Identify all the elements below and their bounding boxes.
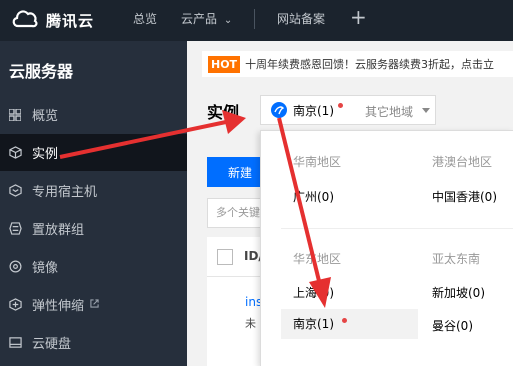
- brand-name[interactable]: 腾讯云: [46, 10, 94, 31]
- region-option-label: 南京(1): [293, 317, 334, 331]
- chevron-down-icon: ⌄: [223, 15, 233, 26]
- tencent-cloud-logo-icon[interactable]: [10, 6, 40, 32]
- region-option-shanghai[interactable]: 上海(0): [293, 284, 334, 301]
- disc-icon: [8, 260, 22, 274]
- search-input[interactable]: 多个关键: [207, 198, 267, 228]
- sidebar-item-label: 实例: [32, 147, 59, 162]
- hot-badge: HOT: [208, 55, 241, 73]
- region-option-nanjing[interactable]: 南京(1): [281, 309, 418, 339]
- cube-icon: [8, 146, 22, 160]
- sidebar-item-images[interactable]: 镜像: [0, 248, 187, 285]
- sidebar: 云服务器 概览 实例 专用宿主机 置放群组 镜像 弹性伸缩 云硬盘: [0, 41, 187, 366]
- region-option-hong-kong[interactable]: 中国香港(0): [432, 188, 497, 205]
- sidebar-item-label: 概览: [32, 109, 59, 124]
- nav-overview[interactable]: 总览: [133, 10, 157, 27]
- promo-banner[interactable]: HOT 十周年续费感恩回馈！云服务器续费3折起，点击立: [202, 51, 513, 77]
- sidebar-item-label: 镜像: [32, 261, 59, 276]
- sidebar-item-overview[interactable]: 概览: [0, 96, 187, 133]
- sidebar-item-label: 云硬盘: [32, 337, 72, 352]
- group-icon: [8, 222, 22, 236]
- sidebar-item-label: 置放群组: [32, 223, 85, 238]
- sidebar-item-instances[interactable]: 实例: [0, 134, 187, 171]
- external-link-icon: [90, 298, 99, 311]
- region-option-guangzhou[interactable]: 广州(0): [293, 188, 334, 205]
- globe-icon: [271, 102, 287, 118]
- scale-icon: [8, 298, 22, 312]
- selected-region: 南京(1): [293, 103, 334, 118]
- sidebar-item-auto-scaling[interactable]: 弹性伸缩: [0, 286, 187, 323]
- sidebar-item-label: 弹性伸缩: [32, 299, 85, 314]
- region-option-singapore[interactable]: 新加坡(0): [432, 284, 485, 301]
- nav-divider: [254, 9, 255, 29]
- sidebar-item-placement-group[interactable]: 置放群组: [0, 210, 187, 247]
- sidebar-item-dedicated-host[interactable]: 专用宿主机: [0, 172, 187, 209]
- region-selector[interactable]: 南京(1) 其它地域: [260, 95, 436, 125]
- disk-icon: [8, 336, 22, 350]
- grid-icon: [8, 108, 22, 122]
- banner-text: 十周年续费感恩回馈！云服务器续费3折起，点击立: [245, 58, 495, 71]
- other-regions-link[interactable]: 其它地域: [365, 103, 413, 120]
- caret-down-icon: [422, 108, 430, 113]
- sidebar-title: 云服务器: [9, 62, 74, 81]
- dropdown-divider: [281, 228, 513, 229]
- group-title-south-china: 华南地区: [293, 155, 342, 169]
- group-title-asia-pacific-southeast: 亚太东南: [432, 252, 481, 266]
- top-navbar: 腾讯云 总览 云产品 ⌄ 网站备案 +: [0, 0, 513, 41]
- plus-icon[interactable]: +: [350, 5, 367, 29]
- red-dot-badge: [338, 102, 343, 108]
- sidebar-item-cloud-disk[interactable]: 云硬盘: [0, 324, 187, 361]
- page-title: 实例: [207, 103, 240, 122]
- region-option-bangkok[interactable]: 曼谷(0): [432, 317, 473, 334]
- group-title-hk-mo-tw: 港澳台地区: [432, 155, 493, 169]
- host-icon: [8, 184, 22, 198]
- instance-name-text: 未: [245, 317, 256, 330]
- sidebar-item-label: 专用宿主机: [32, 185, 98, 200]
- nav-products[interactable]: 云产品 ⌄: [181, 10, 232, 27]
- nav-icp-filing[interactable]: 网站备案: [277, 10, 325, 27]
- nav-products-label: 云产品: [181, 12, 218, 26]
- group-title-east-china: 华东地区: [293, 252, 342, 266]
- red-dot-badge: [341, 318, 347, 323]
- select-all-checkbox[interactable]: [217, 249, 233, 265]
- region-dropdown: 华南地区 广州(0) 港澳台地区 中国香港(0) 华东地区 上海(0) 南京(1…: [260, 130, 513, 366]
